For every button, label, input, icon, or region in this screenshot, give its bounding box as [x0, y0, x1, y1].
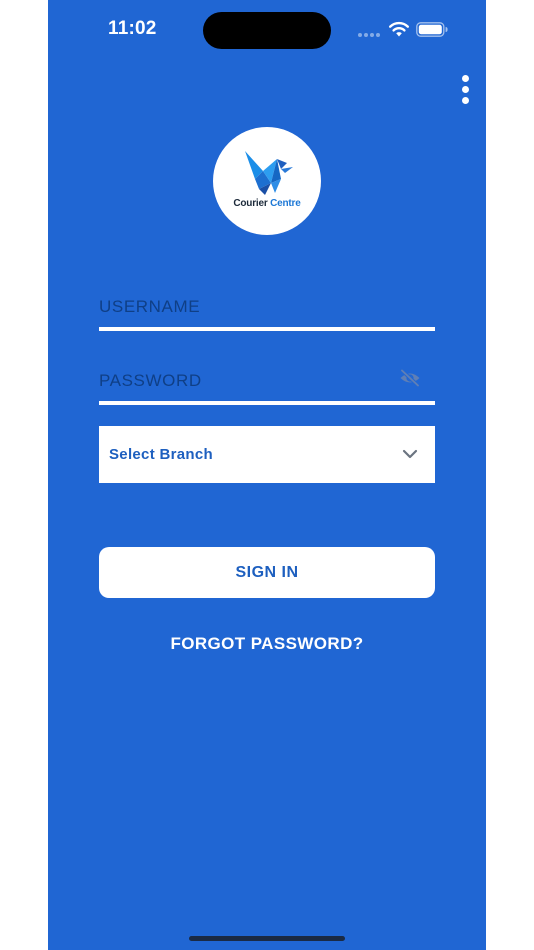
eye-off-icon[interactable] — [399, 368, 421, 388]
cellular-signal-icon — [358, 33, 380, 37]
password-input[interactable] — [99, 361, 399, 401]
home-indicator — [189, 936, 345, 941]
forgot-password-link[interactable]: FORGOT PASSWORD? — [48, 634, 486, 654]
app-logo: Courier Centre — [213, 127, 321, 235]
more-vertical-icon — [461, 74, 469, 82]
username-input[interactable] — [99, 287, 399, 327]
chevron-down-icon — [402, 449, 418, 459]
sign-in-button[interactable]: SIGN IN — [99, 547, 435, 598]
bird-logo-icon — [245, 151, 293, 195]
more-options-button[interactable] — [452, 70, 478, 108]
logo-wordmark: Courier Centre — [233, 198, 301, 209]
status-time: 11:02 — [108, 18, 157, 39]
password-underline — [99, 401, 435, 405]
wifi-icon — [389, 21, 409, 37]
branch-select[interactable]: Select Branch — [99, 426, 435, 483]
login-screen: 11:02 Courier Centre USERNAME Select Bra… — [48, 0, 486, 950]
username-underline — [99, 327, 435, 331]
battery-icon — [416, 22, 448, 37]
branch-select-value: Select Branch — [109, 446, 213, 463]
password-field — [99, 361, 435, 405]
dynamic-island — [203, 12, 331, 49]
username-field — [99, 287, 435, 331]
